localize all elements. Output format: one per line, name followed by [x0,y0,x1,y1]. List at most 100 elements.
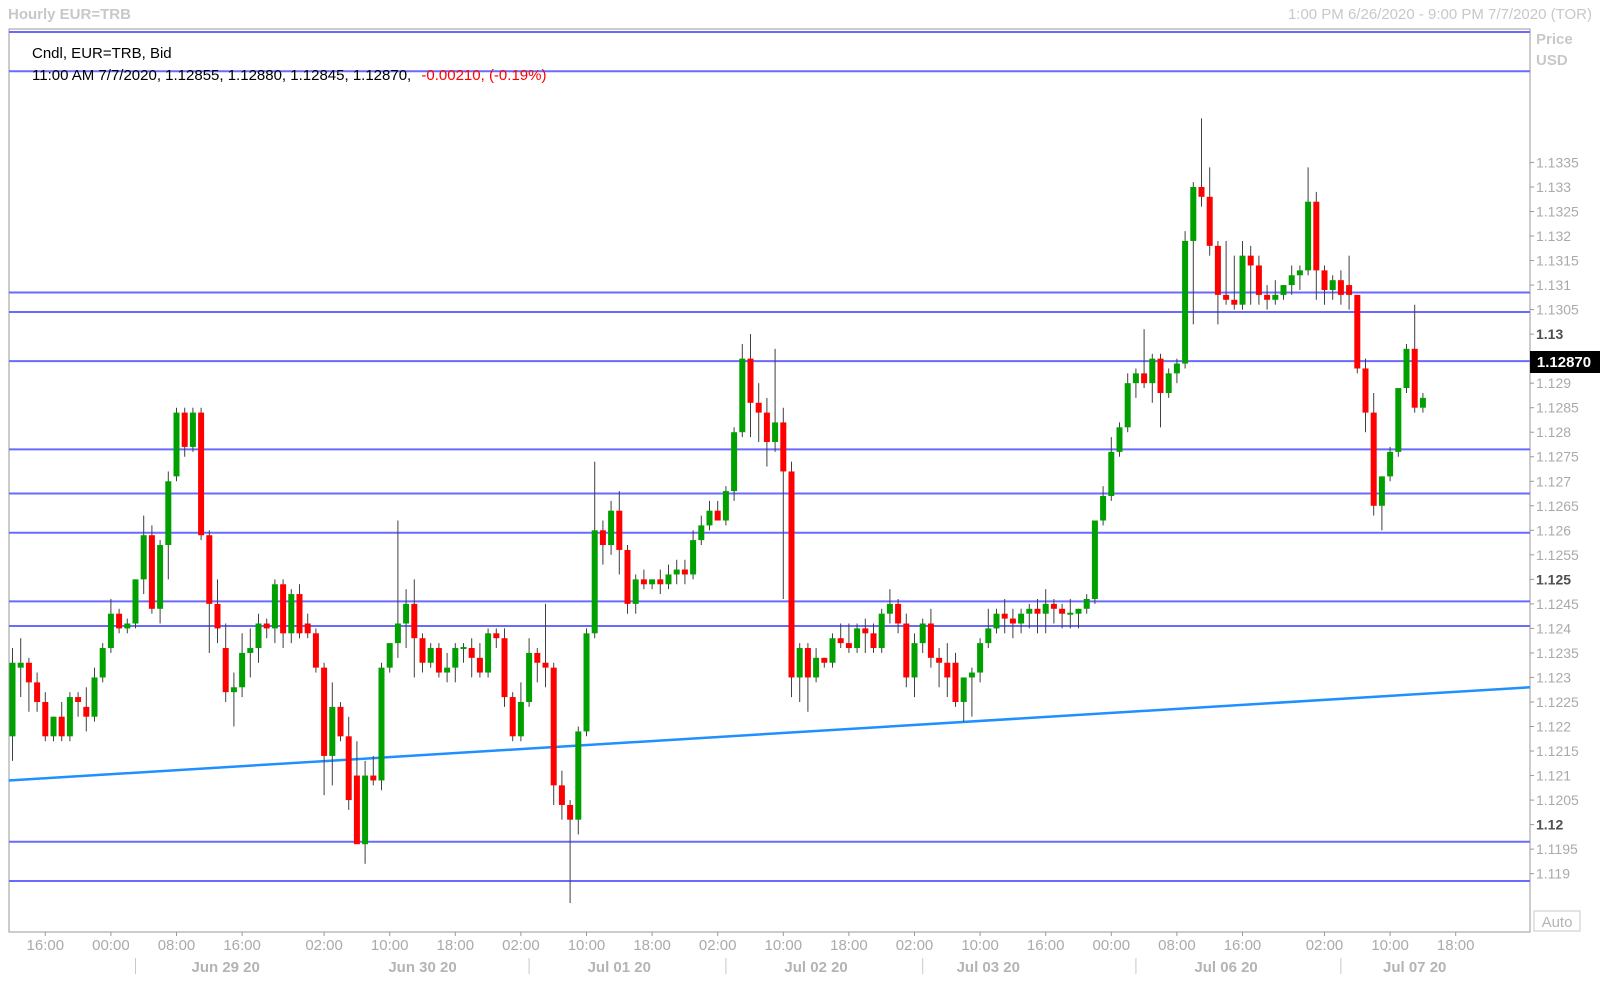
date-range-label: 1:00 PM 6/26/2020 - 9:00 PM 7/7/2020 (TO… [1288,6,1592,23]
candle-body [1157,358,1164,393]
price-axis-title: Price [1536,31,1573,48]
candle-body [616,510,623,550]
candle-body [649,579,656,585]
candle-up [722,486,729,526]
time-tick-label: 10:00 [961,937,999,954]
time-tick-label: 02:00 [305,937,343,954]
candle-up [575,726,582,835]
time-tick-label: 02:00 [502,937,540,954]
candle-down [501,628,508,707]
candle-body [1173,363,1180,374]
candle-body [599,530,606,546]
candle-body [1198,186,1205,197]
candle-body [862,628,869,634]
time-tick-label: 02:00 [1306,937,1344,954]
candle-body [722,491,729,521]
candle-body [763,412,770,443]
candle-body [1018,613,1025,624]
candle-down [903,613,910,688]
candle-body [788,471,795,678]
candle-body [353,775,360,845]
candle-down [509,692,516,742]
time-tick-label: 02:00 [699,937,737,954]
candle-body [1370,412,1377,506]
candle-body [870,633,877,649]
candle-body [1165,373,1172,393]
candle-up [731,427,738,501]
candle-body [181,412,188,447]
candle-body [977,643,984,673]
candle-body [1264,294,1271,300]
candle-body [968,672,975,678]
time-tick-label: 08:00 [158,937,196,954]
candle-body [993,613,1000,629]
candle-body [403,603,410,624]
candle-body [1075,608,1082,614]
candle-body [378,667,385,781]
candle-body [681,569,688,575]
chart-window: Hourly EUR=TRB 1:00 PM 6/26/2020 - 9:00 … [0,0,1600,978]
candle-up [378,662,385,791]
candle-up [99,643,106,683]
candle-body [42,701,49,737]
candle-body [157,545,164,609]
candle-body [1247,255,1254,266]
time-tick-label: 16:00 [223,937,261,954]
candle-body [665,574,672,585]
candle-body [624,549,631,604]
candle-body [1231,299,1238,305]
candle-down [337,701,344,742]
candle-body [1149,358,1156,384]
price-tick-label: 1.1305 [1536,302,1579,318]
candle-body [263,623,270,629]
candle-down [1354,294,1361,374]
candle-body [608,510,615,546]
candle-body [657,579,664,585]
candle-body [919,623,926,644]
candle-body [9,662,16,737]
candle-body [1116,427,1123,452]
candle-body [640,579,647,585]
candle-body [755,402,762,413]
price-tick-label: 1.129 [1536,375,1571,391]
candle-body [1190,186,1197,241]
auto-scale-label[interactable]: Auto [1542,914,1573,931]
candle-down [624,545,631,614]
price-tick-label: 1.123 [1536,669,1571,685]
price-tick-label: 1.126 [1536,522,1571,538]
window-title: Hourly EUR=TRB [8,6,131,23]
candle-body [83,706,90,717]
date-label: Jul 06 20 [1194,959,1257,976]
candle-body [780,422,787,472]
date-label: Jul 07 20 [1383,959,1446,976]
time-tick-label: 16:00 [27,937,65,954]
price-tick-label: 1.1315 [1536,253,1579,269]
time-tick-label: 10:00 [371,937,409,954]
candle-body [25,662,32,683]
candle-body [509,697,516,737]
candle-body [124,623,131,629]
price-tick-label: 1.127 [1536,473,1571,489]
candle-body [140,535,147,580]
date-label: Jul 01 20 [588,959,651,976]
candle-body [1124,383,1131,428]
candle-body [288,594,295,634]
candle-body [99,648,106,678]
candle-body [329,706,336,756]
time-tick-label: 16:00 [1224,937,1262,954]
candle-body [829,638,836,663]
candle-body [230,687,237,693]
candle-body [739,358,746,433]
candle-body [460,647,467,650]
candle-body [66,697,73,737]
candle-body [1296,270,1303,276]
price-tick-label: 1.128 [1536,424,1571,440]
candle-body [312,633,319,668]
candle-body [1419,397,1426,408]
price-axis-currency: USD [1536,52,1568,69]
candle-body [1321,270,1328,290]
candle-body [34,682,41,702]
candle-body [50,716,57,737]
candle-body [485,633,492,673]
plot-area[interactable] [8,28,1531,933]
